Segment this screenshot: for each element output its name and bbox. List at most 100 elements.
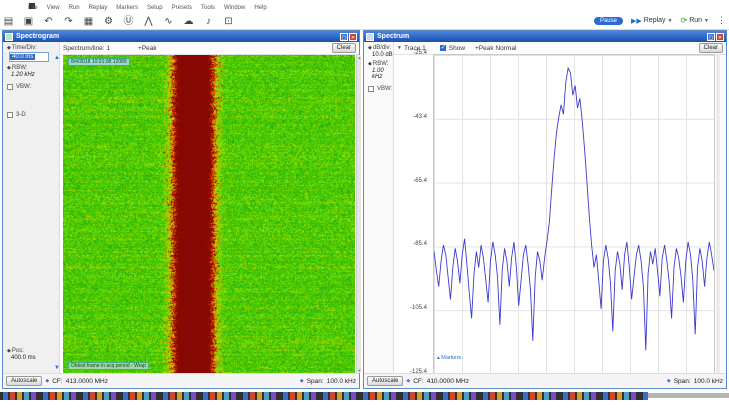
topbar-controls: Pause ▶▶ Replay ▼ ⟳ Run ▼ ⋮	[594, 14, 725, 27]
span-marker-icon: ◆	[300, 378, 304, 384]
run-icon: ⟳	[681, 16, 688, 25]
cf-label: CF:	[413, 378, 423, 385]
show-checkbox[interactable]: ✓	[440, 45, 446, 51]
menu-file[interactable]: File	[28, 5, 38, 11]
y-tick-label: -105.4	[410, 305, 427, 311]
run-label: Run	[689, 17, 702, 24]
y-tick-label: -65.4	[413, 178, 427, 184]
span-marker-icon: ◆	[667, 378, 671, 384]
spectrogram-scrollbar[interactable]: ▲ ▼	[356, 55, 361, 373]
spectrum-panel-icon	[366, 33, 374, 41]
dbdiv-label: ◆dB/div:	[368, 45, 393, 51]
clear-button[interactable]: Clear	[699, 43, 723, 53]
span-label: Span:	[674, 378, 691, 385]
trace-caret-icon: ▼	[397, 45, 402, 51]
markers-icon[interactable]: ∿	[162, 15, 175, 28]
rbw-value[interactable]: 1.20 kHz	[11, 72, 59, 78]
autoscale-button[interactable]: Autoscale	[6, 376, 42, 386]
pos-value[interactable]: 400.0 ms	[11, 355, 36, 361]
time-scroll-up-icon[interactable]: ▲	[54, 55, 60, 61]
threed-checkbox[interactable]	[7, 112, 13, 118]
cf-marker-icon: ◆	[406, 378, 410, 384]
signal-analyzer-app: File View Run Replay Markers Setup Presets Tool…	[0, 0, 729, 408]
menu-replay[interactable]: Replay	[89, 5, 108, 11]
menu-help[interactable]: Help	[254, 5, 266, 11]
menu-setup[interactable]: Setup	[147, 5, 163, 11]
replay-button[interactable]: ▶▶ Replay ▼	[631, 17, 673, 25]
time-div-label: ◆Time/Div:	[7, 45, 59, 51]
open-icon[interactable]: ▤	[2, 15, 15, 28]
spectrum-settings-sidebar: ◆dB/div: 10.0 dB ◆RBW: 1.00 kHz VBW:	[364, 42, 394, 373]
threed-checkbox-row: 3-D	[7, 112, 59, 118]
cf-marker-icon: ◆	[45, 378, 49, 384]
menu-presets[interactable]: Presets	[172, 5, 192, 11]
maximize-button[interactable]: ▢	[707, 33, 715, 41]
maximize-button[interactable]: ▢	[340, 33, 348, 41]
trigger-icon[interactable]: ⊡	[222, 15, 235, 28]
bullet-icon: ◆	[368, 45, 372, 51]
menu-tools[interactable]: Tools	[201, 5, 215, 11]
spectrogram-canvas	[63, 55, 355, 373]
close-icon[interactable]: ✕	[716, 33, 724, 41]
settings-icon[interactable]: ⚙	[102, 15, 115, 28]
rbw-label: ◆RBW:	[7, 65, 59, 71]
taskbar-strip[interactable]	[0, 392, 648, 400]
redo-icon[interactable]: ↷	[62, 15, 75, 28]
spectrum-titlebar[interactable]: Spectrum ▢ ✕	[364, 31, 726, 42]
menu-run[interactable]: Run	[69, 5, 80, 11]
autoscale-button[interactable]: Autoscale	[367, 376, 403, 386]
spectrum-icon[interactable]: ⋀	[142, 15, 155, 28]
span-value[interactable]: 100.0 kHz	[694, 378, 723, 385]
bullet-icon: ◆	[7, 45, 11, 51]
threed-label: 3-D	[16, 112, 26, 118]
vbw-checkbox-row: VBW:	[7, 84, 59, 90]
audio-icon[interactable]: ♪	[202, 15, 215, 28]
run-button[interactable]: ⟳ Run ▼	[681, 16, 710, 25]
spectrogram-titlebar[interactable]: Spectrogram ▢ ✕	[3, 31, 359, 42]
cf-value[interactable]: 413.0000 MHz	[66, 378, 108, 385]
print-icon[interactable]: ▦	[82, 15, 95, 28]
undo-icon[interactable]: ↶	[42, 15, 55, 28]
vbw-checkbox[interactable]	[7, 84, 13, 90]
spectrogram-panel-icon	[5, 33, 13, 41]
spectrum-plot[interactable]	[433, 54, 715, 375]
rbw-value[interactable]: 1.00 kHz	[372, 68, 393, 80]
pause-button[interactable]: Pause	[594, 17, 623, 25]
spectrum-panel: Spectrum ▢ ✕ ▼ Trace 1 ✓ Show +Peak Norm…	[363, 30, 727, 389]
bullet-icon: ◆	[7, 348, 11, 354]
more-menu-button[interactable]: ⋮	[717, 15, 725, 26]
acquire-icon[interactable]: Ⓤ	[122, 15, 135, 28]
bullet-icon: ◆	[7, 65, 11, 71]
spectrum-scrollbar[interactable]	[716, 54, 720, 373]
displays-icon[interactable]: ▣	[22, 15, 35, 28]
analysis-icon[interactable]: ☁	[182, 15, 195, 28]
cf-value[interactable]: 410.0000 MHz	[427, 378, 469, 385]
close-icon[interactable]: ✕	[349, 33, 357, 41]
markers-toggle[interactable]: ▴ Markers	[437, 355, 461, 361]
spectrum-trace-svg	[434, 55, 714, 374]
spectrogram-settings-sidebar: ◆Time/Div: 40.0 ms ◆RBW: 1.20 kHz VBW: 3…	[3, 42, 60, 373]
cf-label: CF:	[52, 378, 62, 385]
menu-window[interactable]: Window	[224, 5, 245, 11]
time-div-input[interactable]: 40.0 ms	[9, 52, 49, 62]
dbdiv-value[interactable]: 10.0 dB	[372, 52, 393, 58]
clear-button[interactable]: Clear	[332, 43, 356, 53]
time-scroll-down-icon[interactable]: ▼	[54, 365, 60, 371]
time-div-value: 40.0 ms	[10, 54, 35, 60]
spectrogram-plot[interactable]: 8/4/2018 10:21:08.12089 Oldest frame in …	[63, 55, 355, 373]
vbw-checkbox[interactable]	[368, 86, 374, 92]
span-value[interactable]: 100.0 kHz	[327, 378, 356, 385]
detector-readout: +Peak	[138, 45, 157, 52]
replay-icon: ▶▶	[631, 17, 642, 25]
scroll-up-icon[interactable]: ▲	[357, 55, 362, 60]
menu-markers[interactable]: Markers	[116, 5, 138, 11]
spectrogram-footer: Autoscale ◆ CF: 413.0000 MHz ◆ Span: 100…	[3, 373, 359, 388]
vbw-label: VBW:	[377, 86, 392, 92]
menu-view[interactable]: View	[47, 5, 60, 11]
spectrum-trace	[434, 68, 714, 350]
run-caret-icon: ▼	[704, 18, 709, 24]
vbw-checkbox-row: VBW:	[368, 86, 393, 92]
bullet-icon: ◆	[368, 61, 372, 67]
show-label: Show	[449, 45, 465, 52]
spectrogram-header: Spectrum/line: 1 +Peak Clear	[60, 42, 359, 55]
